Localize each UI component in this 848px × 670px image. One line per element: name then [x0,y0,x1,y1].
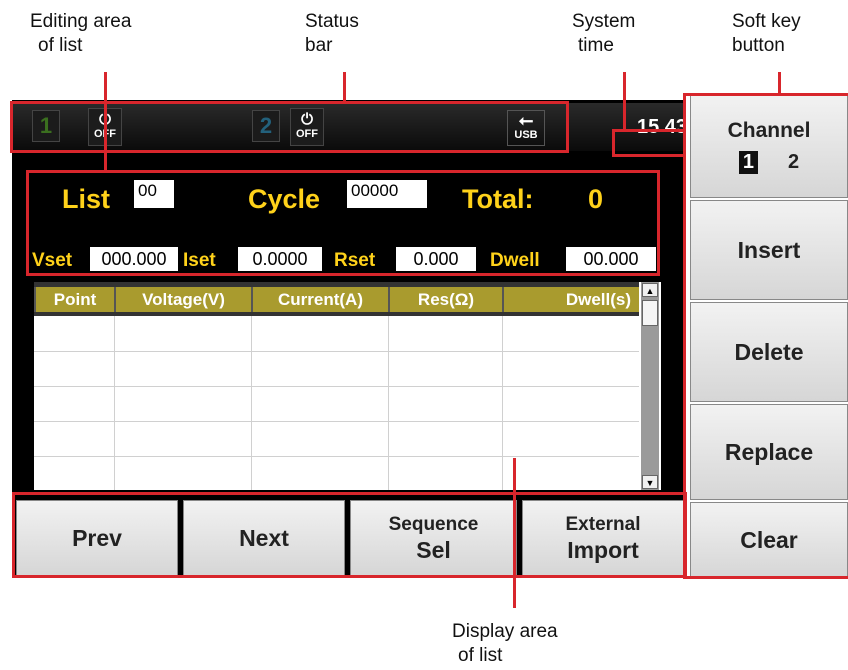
table-divider [114,316,115,490]
status-bar: 1 ⏻ OFF 2 ⏻ OFF ⭠ USB 15 43 [12,103,687,151]
list-value-field[interactable]: 00 [134,180,174,208]
callout-status-bar: Status bar [305,10,359,58]
channel-selector: 1 2 [738,150,799,174]
external-line2: Import [567,537,639,563]
column-header-voltage: Voltage(V) [114,287,251,312]
power-2-icon: ⏻ OFF [290,108,324,146]
leader-line-editing [104,72,107,172]
table-row [34,421,639,422]
iset-label: Iset [183,250,216,271]
usb-symbol-icon: ⭠ [518,110,534,130]
table-divider [251,316,252,490]
replace-button[interactable]: Replace [690,404,848,500]
sequence-line2: Sel [416,537,451,563]
callout-soft-key-line2: button [732,35,785,56]
table-header: Point Voltage(V) Current(A) Res(Ω) Dwell… [34,282,639,316]
callout-display-area-line1: Display area [452,621,558,642]
channel-1-indicator: 1 [32,110,60,142]
dwell-field[interactable]: 00.000 [566,247,656,271]
callout-display-area: Display area of list [452,620,558,668]
vset-field[interactable]: 000.000 [90,247,178,271]
next-button[interactable]: Next [183,500,345,576]
power-symbol-icon: ⏻ [301,111,313,128]
prev-button[interactable]: Prev [16,500,178,576]
external-line1: External [565,514,641,535]
column-header-current: Current(A) [251,287,388,312]
rset-field[interactable]: 0.000 [396,247,476,271]
callout-soft-key-line1: Soft key [732,11,801,32]
table-row [34,386,639,387]
usb-label: USB [514,129,538,141]
iset-field[interactable]: 0.0000 [238,247,322,271]
list-label: List [62,184,111,214]
total-value: 0 [588,184,604,214]
channel-option-1[interactable]: 1 [738,150,758,174]
clear-button[interactable]: Clear [690,502,848,578]
table-row [34,351,639,352]
column-header-point: Point [34,287,114,312]
leader-line-softkey [778,72,781,94]
callout-editing-area: Editing area of list [30,10,131,58]
cycle-label: Cycle [248,184,321,214]
clear-button-label: Clear [740,526,798,553]
power-2-label: OFF [296,128,318,140]
insert-button-label: Insert [737,236,801,263]
leader-line-time [623,72,626,130]
leader-line-display [513,458,516,608]
channel-softkey-label: Channel [727,118,811,142]
callout-editing-area-line2: of list [38,35,83,56]
sequence-sel-button[interactable]: Sequence Sel [350,500,517,576]
system-time: 15 43 [636,116,688,138]
callout-soft-key: Soft key button [732,10,801,58]
channel-2-indicator: 2 [252,110,280,142]
cycle-value-field[interactable]: 00000 [347,180,427,208]
scroll-down-icon[interactable]: ▼ [642,475,658,489]
total-label: Total: [462,184,534,214]
sequence-line1: Sequence [388,514,479,535]
table-divider [388,316,389,490]
external-import-button[interactable]: External Import [522,500,684,576]
table-row [34,456,639,457]
table-divider [502,316,503,490]
channel-option-2[interactable]: 2 [788,151,799,174]
rset-label: Rset [334,250,376,271]
vset-label: Vset [32,250,73,271]
column-header-res: Res(Ω) [388,287,502,312]
callout-status-bar-line1: Status [305,11,359,32]
leader-line-status [343,72,346,102]
insert-button[interactable]: Insert [690,200,848,300]
delete-button-label: Delete [734,338,804,365]
callout-system-time: System time [572,10,635,58]
delete-button[interactable]: Delete [690,302,848,402]
callout-system-time-line1: System [572,11,636,32]
callout-editing-area-line1: Editing area [30,11,132,32]
table-scrollbar[interactable]: ▲ ▼ [641,282,659,490]
list-table: Point Voltage(V) Current(A) Res(Ω) Dwell… [34,282,661,490]
dwell-label: Dwell [490,250,540,271]
usb-icon: ⭠ USB [507,110,545,146]
scroll-up-icon[interactable]: ▲ [642,283,658,297]
replace-button-label: Replace [724,438,814,465]
callout-display-area-line2: of list [458,645,503,666]
next-button-label: Next [239,525,289,551]
scroll-thumb[interactable] [642,300,658,326]
callout-system-time-line2: time [578,35,614,56]
callout-status-bar-line2: bar [305,35,333,56]
channel-softkey[interactable]: Channel 1 2 [690,94,848,198]
prev-button-label: Prev [72,525,122,551]
column-header-dwell: Dwell(s) [502,287,639,312]
